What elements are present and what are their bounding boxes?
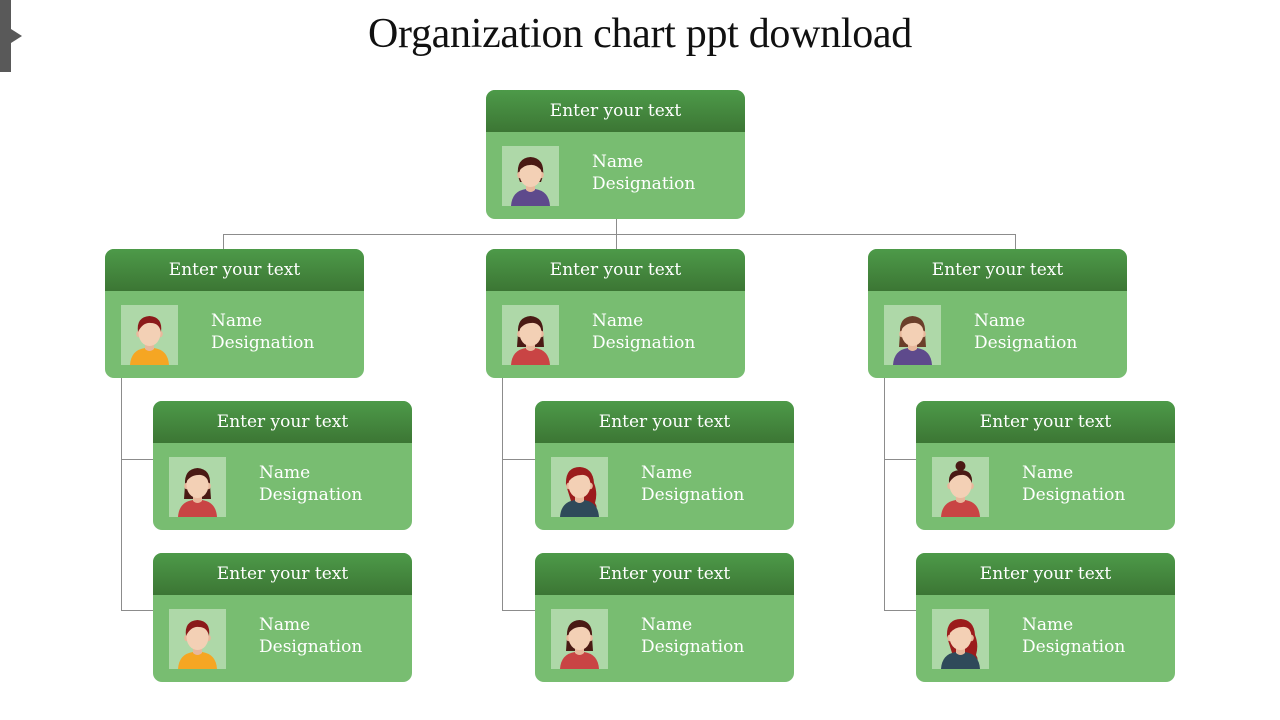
person-designation[interactable]: Designation xyxy=(974,332,1077,354)
avatar xyxy=(169,457,226,517)
avatar xyxy=(932,457,989,517)
org-card-left-child-2[interactable]: Enter your text Name Designation xyxy=(153,553,412,682)
person-name[interactable]: Name xyxy=(592,310,695,332)
card-info: Name Designation xyxy=(592,310,695,354)
org-card-level2-left[interactable]: Enter your text Name Designation xyxy=(105,249,364,378)
person-name[interactable]: Name xyxy=(259,614,362,636)
connector-left-branch-2 xyxy=(121,610,153,611)
person-designation[interactable]: Designation xyxy=(592,332,695,354)
connector-left-branch-1 xyxy=(121,459,153,460)
card-info: Name Designation xyxy=(259,614,362,658)
card-header[interactable]: Enter your text xyxy=(153,553,412,595)
card-header[interactable]: Enter your text xyxy=(868,249,1127,291)
avatar xyxy=(169,609,226,669)
card-info: Name Designation xyxy=(211,310,314,354)
org-card-level2-right[interactable]: Enter your text Name Designation xyxy=(868,249,1127,378)
person-designation[interactable]: Designation xyxy=(259,484,362,506)
org-card-level2-middle[interactable]: Enter your text Name Designation xyxy=(486,249,745,378)
card-info: Name Designation xyxy=(592,151,695,195)
card-header[interactable]: Enter your text xyxy=(486,90,745,132)
connector-mid-branch-1 xyxy=(502,459,535,460)
person-name[interactable]: Name xyxy=(259,462,362,484)
person-designation[interactable]: Designation xyxy=(1022,636,1125,658)
card-info: Name Designation xyxy=(641,614,744,658)
avatar xyxy=(884,305,941,365)
card-header[interactable]: Enter your text xyxy=(486,249,745,291)
person-designation[interactable]: Designation xyxy=(592,173,695,195)
avatar xyxy=(551,609,608,669)
card-info: Name Designation xyxy=(259,462,362,506)
avatar xyxy=(551,457,608,517)
card-info: Name Designation xyxy=(1022,614,1125,658)
avatar xyxy=(502,305,559,365)
connector-mid-branch-2 xyxy=(502,610,535,611)
org-card-right-child-1[interactable]: Enter your text Name Designation xyxy=(916,401,1175,530)
person-name[interactable]: Name xyxy=(211,310,314,332)
card-header[interactable]: Enter your text xyxy=(916,401,1175,443)
card-header[interactable]: Enter your text xyxy=(535,401,794,443)
org-card-middle-child-1[interactable]: Enter your text Name Designation xyxy=(535,401,794,530)
org-card-left-child-1[interactable]: Enter your text Name Designation xyxy=(153,401,412,530)
avatar xyxy=(932,609,989,669)
person-name[interactable]: Name xyxy=(641,462,744,484)
connector-right-drop xyxy=(1015,234,1016,249)
org-card-middle-child-2[interactable]: Enter your text Name Designation xyxy=(535,553,794,682)
card-header[interactable]: Enter your text xyxy=(153,401,412,443)
card-header[interactable]: Enter your text xyxy=(916,553,1175,595)
card-header[interactable]: Enter your text xyxy=(105,249,364,291)
connector-mid-branch xyxy=(502,377,503,611)
connector-right-branch-2 xyxy=(884,610,916,611)
connector-left-drop xyxy=(223,234,224,249)
connector-right-branch-1 xyxy=(884,459,916,460)
card-info: Name Designation xyxy=(974,310,1077,354)
org-card-right-child-2[interactable]: Enter your text Name Designation xyxy=(916,553,1175,682)
connector-right-branch xyxy=(884,377,885,611)
card-header[interactable]: Enter your text xyxy=(535,553,794,595)
person-name[interactable]: Name xyxy=(592,151,695,173)
avatar xyxy=(121,305,178,365)
avatar xyxy=(502,146,559,206)
person-name[interactable]: Name xyxy=(1022,614,1125,636)
person-name[interactable]: Name xyxy=(1022,462,1125,484)
card-info: Name Designation xyxy=(641,462,744,506)
person-name[interactable]: Name xyxy=(641,614,744,636)
card-info: Name Designation xyxy=(1022,462,1125,506)
person-designation[interactable]: Designation xyxy=(1022,484,1125,506)
org-card-top[interactable]: Enter your text Name Designation xyxy=(486,90,745,219)
page-title: Organization chart ppt download xyxy=(368,11,912,57)
connector-left-branch xyxy=(121,377,122,611)
connector-top-horizontal xyxy=(223,234,1016,235)
person-designation[interactable]: Designation xyxy=(211,332,314,354)
person-designation[interactable]: Designation xyxy=(641,636,744,658)
person-name[interactable]: Name xyxy=(974,310,1077,332)
person-designation[interactable]: Designation xyxy=(259,636,362,658)
person-designation[interactable]: Designation xyxy=(641,484,744,506)
